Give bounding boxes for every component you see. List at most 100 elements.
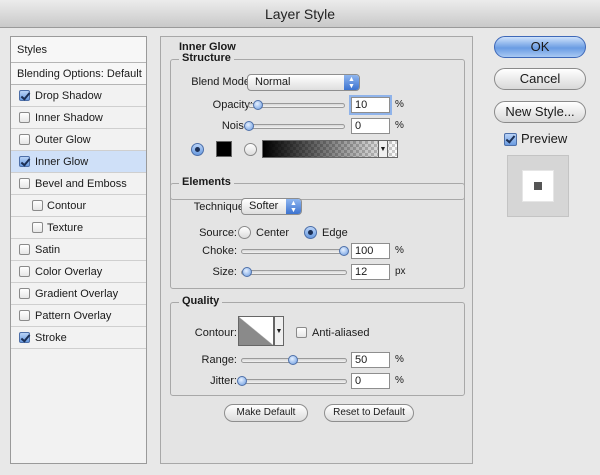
blend-mode-value: Normal <box>255 76 291 88</box>
style-item-gradient-overlay[interactable]: Gradient Overlay <box>11 283 146 305</box>
quality-group: Quality Contour: ▼ Anti-aliased Range: 5… <box>170 295 465 396</box>
style-checkbox-drop-shadow[interactable] <box>19 90 30 101</box>
technique-select[interactable]: Softer ▲ ▼ <box>241 198 302 215</box>
source-edge-label: Edge <box>322 227 348 239</box>
styles-list: Styles Blending Options: Default Drop Sh… <box>10 36 147 464</box>
inner-glow-panel: Inner Glow Structure Blend Mode: Normal … <box>160 36 473 464</box>
window-title: Layer Style <box>0 0 600 28</box>
opacity-label: Opacity: <box>212 99 253 111</box>
style-item-drop-shadow[interactable]: Drop Shadow <box>11 85 146 107</box>
layer-style-dialog: Layer Style Styles Blending Options: Def… <box>0 0 600 475</box>
size-slider-thumb[interactable] <box>241 267 252 277</box>
range-slider-thumb[interactable] <box>288 355 298 365</box>
style-checkbox-inner-shadow[interactable] <box>19 112 30 123</box>
style-checkbox-inner-glow[interactable] <box>19 156 30 167</box>
quality-title: Quality <box>179 295 223 307</box>
choke-input[interactable]: 100 <box>351 243 390 259</box>
choke-slider-thumb[interactable] <box>339 246 349 256</box>
source-edge-radio[interactable] <box>304 226 317 239</box>
gradient-glow-radio[interactable] <box>244 143 257 156</box>
preview-checkbox[interactable] <box>504 133 517 146</box>
style-item-label: Gradient Overlay <box>35 288 119 300</box>
style-item-label: Inner Glow <box>35 156 89 168</box>
contour-label: Contour: <box>194 327 237 339</box>
range-label: Range: <box>201 354 237 366</box>
style-checkbox-stroke[interactable] <box>19 332 30 343</box>
style-item-pattern-overlay[interactable]: Pattern Overlay <box>11 305 146 327</box>
jitter-slider-thumb[interactable] <box>237 376 247 386</box>
style-item-label: Outer Glow <box>35 134 91 146</box>
style-checkbox-contour[interactable] <box>32 200 43 211</box>
size-label: Size: <box>212 266 237 278</box>
style-item-satin[interactable]: Satin <box>11 239 146 261</box>
noise-slider[interactable] <box>248 124 345 129</box>
contour-dropdown-arrow-icon[interactable]: ▼ <box>274 316 284 346</box>
blending-options-item[interactable]: Blending Options: Default <box>11 63 146 85</box>
styles-header[interactable]: Styles <box>11 37 146 63</box>
anti-aliased-label: Anti-aliased <box>312 327 370 339</box>
range-input[interactable]: 50 <box>351 352 390 368</box>
style-item-stroke[interactable]: Stroke <box>11 327 146 349</box>
style-checkbox-satin[interactable] <box>19 244 30 255</box>
choke-unit: % <box>395 245 404 256</box>
opacity-slider-thumb[interactable] <box>253 100 264 110</box>
glow-color-swatch[interactable] <box>216 141 232 157</box>
structure-title: Structure <box>179 52 234 64</box>
blend-mode-label: Blend Mode: <box>191 76 253 88</box>
style-item-label: Texture <box>47 222 84 234</box>
choke-label: Choke: <box>202 245 237 257</box>
range-unit: % <box>395 354 404 365</box>
style-item-texture[interactable]: Texture <box>11 217 146 239</box>
style-checkbox-texture[interactable] <box>32 222 43 233</box>
style-item-label: Stroke <box>35 332 67 344</box>
elements-group: Elements Technique: Softer ▲ ▼ Source: Ce… <box>170 176 465 289</box>
source-center-radio[interactable] <box>238 226 251 239</box>
ok-button[interactable]: OK <box>494 36 586 58</box>
select-arrows-icon: ▲ ▼ <box>286 199 301 214</box>
anti-aliased-checkbox[interactable] <box>296 327 307 338</box>
style-preview <box>507 155 569 217</box>
choke-slider[interactable] <box>241 249 347 254</box>
style-item-label: Pattern Overlay <box>35 310 112 322</box>
style-checkbox-color-overlay[interactable] <box>19 266 30 277</box>
opacity-input[interactable]: 10 <box>351 97 390 113</box>
make-default-button[interactable]: Make Default <box>224 404 308 422</box>
style-checkbox-bevel-and-emboss[interactable] <box>19 178 30 189</box>
jitter-label: Jitter: <box>210 375 237 387</box>
technique-value: Softer <box>249 200 279 212</box>
style-item-contour[interactable]: Contour <box>11 195 146 217</box>
reset-to-default-button[interactable]: Reset to Default <box>324 404 414 422</box>
gradient-dropdown-arrow-icon[interactable]: ▼ <box>378 140 388 158</box>
size-input[interactable]: 12 <box>351 264 390 280</box>
style-item-label: Satin <box>35 244 61 256</box>
color-glow-radio[interactable] <box>191 143 204 156</box>
style-item-color-overlay[interactable]: Color Overlay <box>11 261 146 283</box>
cancel-button[interactable]: Cancel <box>494 68 586 90</box>
noise-label: Noise: <box>221 120 253 132</box>
size-slider[interactable] <box>241 270 347 275</box>
style-item-label: Drop Shadow <box>35 90 102 102</box>
style-item-label: Color Overlay <box>35 266 103 278</box>
preview-label: Preview <box>521 131 568 146</box>
style-checkbox-outer-glow[interactable] <box>19 134 30 145</box>
noise-input[interactable]: 0 <box>351 118 390 134</box>
preview-dot <box>534 182 542 190</box>
jitter-unit: % <box>395 375 404 386</box>
blend-mode-select[interactable]: Normal ▲ ▼ <box>247 74 360 91</box>
style-item-label: Contour <box>47 200 87 212</box>
style-item-inner-shadow[interactable]: Inner Shadow <box>11 107 146 129</box>
noise-slider-thumb[interactable] <box>244 121 254 131</box>
style-item-outer-glow[interactable]: Outer Glow <box>11 129 146 151</box>
style-checkbox-pattern-overlay[interactable] <box>19 310 30 321</box>
style-checkbox-gradient-overlay[interactable] <box>19 288 30 299</box>
new-style-button[interactable]: New Style... <box>494 101 586 123</box>
jitter-slider[interactable] <box>241 379 347 384</box>
style-item-label: Inner Shadow <box>35 112 103 124</box>
source-center-label: Center <box>256 227 290 239</box>
jitter-input[interactable]: 0 <box>351 373 390 389</box>
style-item-inner-glow[interactable]: Inner Glow <box>11 151 146 173</box>
style-item-bevel-and-emboss[interactable]: Bevel and Emboss <box>11 173 146 195</box>
contour-preview[interactable] <box>238 316 274 346</box>
size-unit: px <box>395 266 406 277</box>
source-label: Source: <box>199 227 237 239</box>
